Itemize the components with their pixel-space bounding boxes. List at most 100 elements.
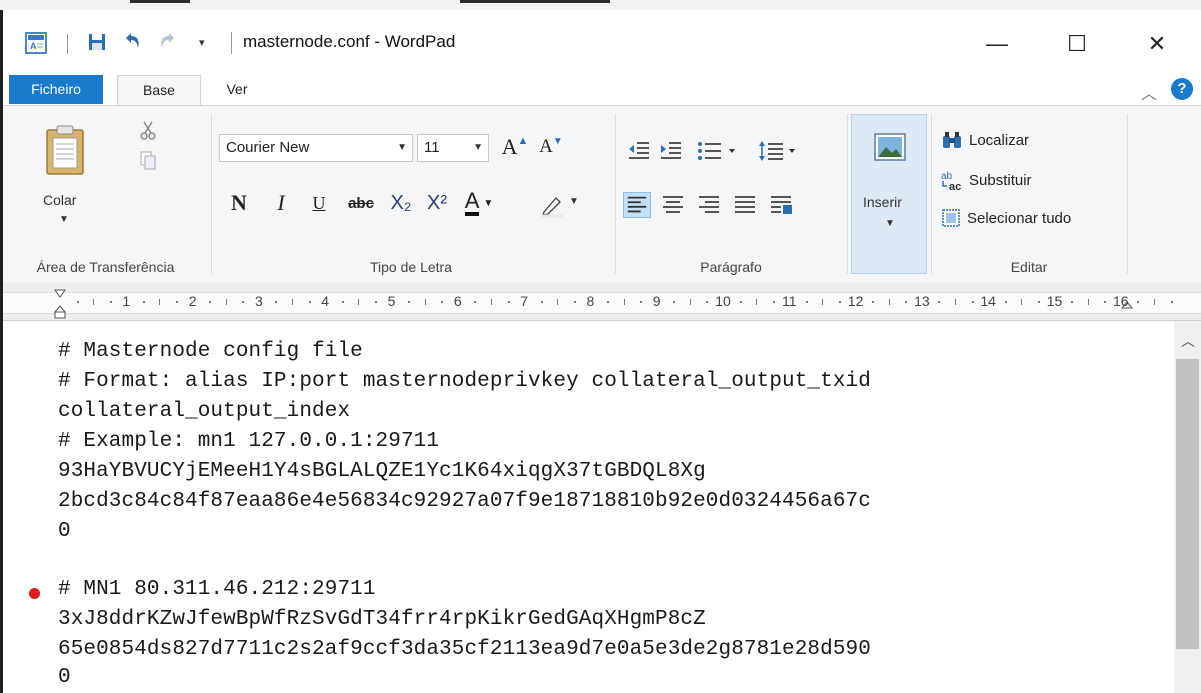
- align-right-icon[interactable]: [695, 192, 723, 218]
- doc-line[interactable]: 2bcd3c84c84f87eaa86e4e56834c92927a07f9e1…: [58, 490, 871, 513]
- highlight-chevron-icon[interactable]: ▼: [569, 196, 579, 207]
- select-all-label: Selecionar tudo: [967, 209, 1072, 227]
- doc-line[interactable]: 0: [58, 520, 71, 543]
- edit-group-label: Editar: [1010, 259, 1048, 275]
- doc-line[interactable]: # Masternode config file: [58, 340, 363, 363]
- grow-font-button[interactable]: A ▲: [499, 132, 531, 162]
- svg-text:ac: ac: [949, 181, 961, 191]
- close-button[interactable]: ✕: [1129, 24, 1185, 64]
- wordpad-app-icon[interactable]: A: [25, 32, 47, 54]
- superscript-button[interactable]: X²: [421, 188, 453, 218]
- ruler-number: 14: [980, 293, 996, 309]
- ruler-tick: [1071, 301, 1074, 303]
- bold-button[interactable]: N: [227, 188, 251, 218]
- ruler-tick: [606, 301, 609, 303]
- ruler-number: 4: [321, 293, 330, 309]
- select-all-button[interactable]: Selecionar tudo: [941, 206, 1071, 230]
- align-left-icon[interactable]: [623, 192, 651, 218]
- help-icon[interactable]: ?: [1171, 78, 1193, 100]
- minimize-button[interactable]: —: [969, 24, 1025, 64]
- doc-line[interactable]: collateral_output_index: [58, 400, 350, 423]
- ruler-tick: [474, 301, 477, 303]
- ruler-tick: [490, 299, 492, 305]
- save-icon[interactable]: [85, 30, 109, 54]
- vertical-scrollbar[interactable]: ︿: [1174, 321, 1201, 693]
- underline-button[interactable]: U: [307, 188, 331, 218]
- shrink-font-button[interactable]: A ▼: [535, 132, 567, 162]
- decrease-indent-icon[interactable]: [625, 138, 653, 164]
- align-center-icon[interactable]: [659, 192, 687, 218]
- find-button[interactable]: Localizar: [941, 128, 1029, 152]
- paragraph-settings-icon[interactable]: [767, 192, 795, 218]
- ruler-tick: [938, 301, 941, 303]
- justify-icon[interactable]: [731, 192, 759, 218]
- font-family-dropdown[interactable]: Courier New ▼: [219, 134, 413, 162]
- ribbon: Colar ▼ Área de Transferência Courier Ne…: [3, 105, 1201, 283]
- maximize-button[interactable]: ☐: [1049, 24, 1105, 64]
- customize-quick-access-chevron-icon[interactable]: ▾: [199, 36, 205, 49]
- ruler-tick: [358, 299, 360, 305]
- insert-chevron-icon: ▼: [885, 218, 895, 229]
- font-group-label: Tipo de Letra: [370, 259, 452, 275]
- doc-line[interactable]: 93HaYBVUCYjEMeeH1Y4sBGLALQZE1Yc1K64xiqgX…: [58, 460, 706, 483]
- ruler-tick: [739, 301, 742, 303]
- tab-ver[interactable]: Ver: [207, 75, 267, 106]
- strip-shadow: [460, 0, 610, 3]
- increase-indent-icon[interactable]: [657, 138, 685, 164]
- ruler-number: 7: [520, 293, 528, 309]
- copy-icon[interactable]: [139, 150, 157, 170]
- paste-dropdown-chevron-icon[interactable]: ▼: [59, 214, 69, 225]
- doc-line[interactable]: # MN1 80.311.46.212:29711: [58, 578, 376, 601]
- indent-marker-icon[interactable]: [53, 288, 67, 320]
- ruler-tick: [93, 299, 95, 305]
- undo-icon[interactable]: [120, 30, 144, 54]
- paste-icon[interactable]: [45, 124, 85, 176]
- ruler-tick: [1021, 299, 1023, 305]
- find-label: Localizar: [969, 131, 1030, 149]
- binoculars-icon: [943, 132, 961, 148]
- strikethrough-button[interactable]: abc: [343, 188, 379, 218]
- redo-icon[interactable]: [156, 30, 180, 54]
- doc-line[interactable]: 0: [58, 666, 71, 689]
- ruler-tick: [1137, 301, 1140, 303]
- highlight-pen-icon[interactable]: [539, 192, 565, 218]
- ruler-number: 1: [122, 293, 131, 309]
- ruler-tick: [955, 299, 957, 305]
- cut-icon[interactable]: [139, 120, 157, 140]
- ruler-tick: [374, 301, 377, 303]
- scroll-up-arrow-icon[interactable]: ︿: [1181, 331, 1195, 351]
- line-spacing-icon[interactable]: [757, 138, 801, 164]
- clipboard-group: Colar ▼ Área de Transferência: [3, 106, 208, 282]
- ruler[interactable]: 1 2 3 4 5 6 7 8 9 10 11 12 13 14 15 16: [3, 282, 1201, 321]
- bullets-list-icon[interactable]: [695, 138, 739, 164]
- doc-line[interactable]: # Example: mn1 127.0.0.1:29711: [58, 430, 439, 453]
- doc-line[interactable]: # Format: alias IP:port masternodeprivke…: [58, 370, 871, 393]
- doc-line[interactable]: 3xJ8ddrKZwJfewBpWfRzSvGdT34frr4rpKikrGed…: [58, 608, 706, 631]
- tab-ficheiro[interactable]: Ficheiro: [9, 75, 103, 104]
- ruler-tick: [756, 299, 758, 305]
- ruler-tick: [1004, 301, 1007, 303]
- text-color-letter: A: [464, 190, 480, 216]
- font-group: Courier New ▼ 11 ▼ A ▲ A ▼ N I U abc X₂ X²…: [213, 106, 609, 282]
- text-color-button[interactable]: A ▼: [461, 188, 497, 218]
- ruler-number: 13: [914, 293, 930, 309]
- group-separator: [931, 114, 932, 274]
- doc-line[interactable]: 65e0854ds827d7711c2s2af9ccf3da35cf2113ea…: [58, 638, 871, 661]
- ruler-number: 5: [387, 293, 396, 309]
- group-separator: [211, 114, 212, 274]
- subscript-button[interactable]: X₂: [385, 188, 417, 218]
- wordpad-window: A ▾ masternode.conf - WordPad — ☐ ✕ Fich…: [0, 0, 1201, 693]
- replace-button[interactable]: ab ac Substituir: [941, 168, 1032, 192]
- tab-base[interactable]: Base: [117, 75, 201, 107]
- title-bar: A ▾ masternode.conf - WordPad — ☐ ✕: [3, 10, 1201, 72]
- text-color-chevron-icon: ▼: [483, 197, 494, 209]
- ruler-tick: [76, 301, 79, 303]
- scrollbar-thumb[interactable]: [1176, 359, 1199, 649]
- collapse-ribbon-icon[interactable]: ︿: [1141, 80, 1157, 104]
- italic-button[interactable]: I: [269, 188, 293, 218]
- ruler-number: 10: [715, 293, 731, 309]
- group-separator: [1127, 114, 1128, 274]
- paste-button-label[interactable]: Colar: [43, 192, 76, 208]
- ruler-tick: [1104, 301, 1107, 303]
- font-size-dropdown[interactable]: 11 ▼: [417, 134, 489, 162]
